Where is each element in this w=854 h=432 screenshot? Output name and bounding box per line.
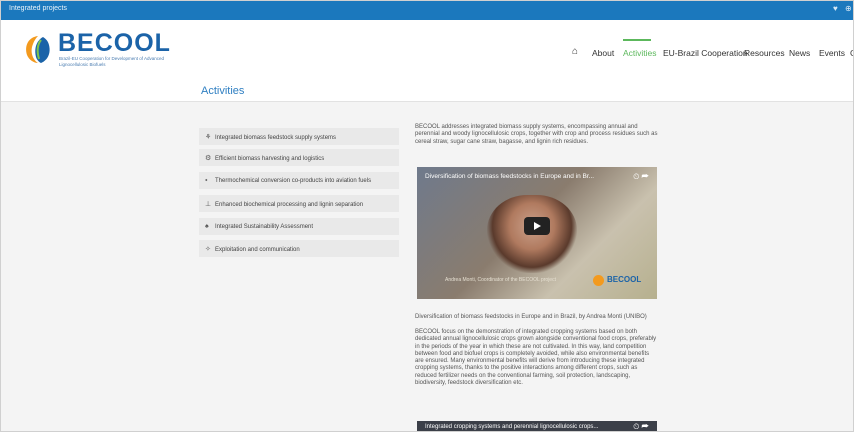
page-title: Activities	[201, 85, 245, 97]
video-lower-third: Andrea Monti, Coordinator of the BECOOL …	[445, 277, 556, 283]
menu-item-harvesting-logistics[interactable]: ⚙ Efficient biomass harvesting and logist…	[199, 149, 399, 166]
nav-item-resources[interactable]: Resources	[744, 48, 785, 58]
menu-item-label: Exploitation and communication	[215, 247, 300, 253]
video-logo-icon	[593, 275, 604, 286]
top-bar: Integrated projects ♥ ⊕	[1, 1, 853, 20]
body-paragraph: BECOOL focus on the demonstration of int…	[415, 329, 657, 387]
menu-item-label: Integrated biomass feedstock supply syst…	[215, 135, 337, 141]
video-brand: BECOOL	[607, 275, 642, 284]
video-title[interactable]: Diversification of biomass feedstocks in…	[425, 173, 594, 180]
menu-item-thermochemical-conversion[interactable]: ⬩ Thermochemical conversion co-products i…	[199, 172, 399, 189]
flask-icon: ⊥	[205, 201, 212, 208]
share-icon: ✧	[205, 246, 211, 253]
nav-item-activities[interactable]: Activities	[623, 48, 657, 58]
globe-icon[interactable]: ⊕	[845, 4, 852, 13]
menu-item-exploitation-communication[interactable]: ✧ Exploitation and communication	[199, 240, 399, 257]
active-nav-indicator	[623, 39, 651, 41]
page-title-bar: Activities	[1, 82, 853, 102]
nav-item-contact[interactable]: C	[850, 48, 853, 58]
gear-icon: ⚙	[205, 155, 212, 162]
video-share-icon[interactable]: ⏲ ➦	[633, 422, 649, 431]
intro-paragraph: BECOOL addresses integrated biomass supp…	[415, 124, 658, 145]
menu-item-sustainability-assessment[interactable]: ♠ Integrated Sustainability Assessment	[199, 218, 399, 235]
nav-item-eu-brazil-cooperation[interactable]: EU-Brazil Cooperation	[663, 48, 748, 58]
video-caption: Diversification of biomass feedstocks in…	[415, 314, 647, 320]
brand-name[interactable]: BECOOL	[58, 31, 171, 56]
menu-item-biochemical-processing[interactable]: ⊥ Enhanced biochemical processing and lig…	[199, 195, 399, 212]
flame-icon: ⬩	[205, 177, 208, 184]
video-player-1[interactable]: Diversification of biomass feedstocks in…	[417, 167, 657, 299]
top-bar-title: Integrated projects	[9, 5, 67, 12]
becool-logo-icon[interactable]	[21, 33, 53, 65]
video-title[interactable]: Integrated cropping systems and perennia…	[425, 424, 598, 430]
browser-viewport: Integrated projects ♥ ⊕ BECOOL Brazil-EU…	[0, 0, 854, 432]
nav-item-news[interactable]: News	[789, 48, 810, 58]
nav-item-events[interactable]: Events	[819, 48, 845, 58]
brand-tagline: Brazil-EU Cooperation for Development of…	[59, 56, 165, 67]
plant-icon: ⚘	[205, 134, 212, 141]
menu-item-label: Enhanced biochemical processing and lign…	[215, 202, 364, 208]
menu-item-label: Integrated Sustainability Assessment	[215, 224, 314, 230]
home-icon[interactable]: ⌂	[572, 46, 578, 57]
video-player-2[interactable]: Integrated cropping systems and perennia…	[417, 421, 657, 431]
nav-item-about[interactable]: About	[592, 48, 614, 58]
menu-item-label: Thermochemical conversion co-products in…	[215, 178, 372, 184]
video-share-icon[interactable]: ⏲ ➦	[633, 172, 649, 182]
tree-icon: ♠	[205, 223, 209, 230]
heart-icon[interactable]: ♥	[833, 4, 838, 13]
menu-item-feedstock-supply[interactable]: ⚘ Integrated biomass feedstock supply sys…	[199, 128, 399, 145]
menu-item-label: Efficient biomass harvesting and logisti…	[215, 156, 325, 162]
play-icon[interactable]	[524, 217, 550, 235]
site-header: BECOOL Brazil-EU Cooperation for Develop…	[1, 20, 853, 83]
